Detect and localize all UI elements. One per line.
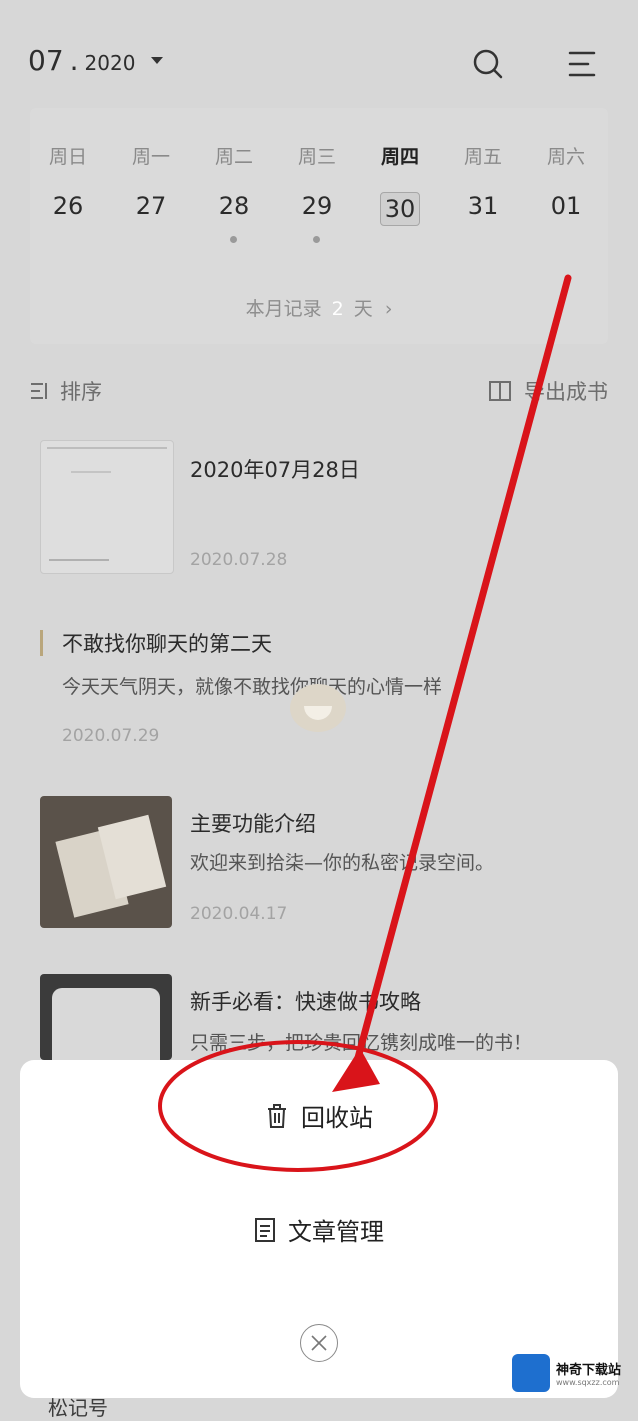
watermark-url: www.sqxzz.com [556,1378,620,1387]
annotation-ellipse [158,1040,438,1172]
watermark: 神奇下载站 www.sqxzz.com [512,1354,621,1392]
watermark-logo-icon [512,1354,550,1392]
watermark-title: 神奇下载站 [556,1363,622,1378]
annotation-arrow-head [332,1048,380,1092]
annotation-overlay [158,274,572,1172]
annotation-arrow-shaft [348,274,572,1084]
